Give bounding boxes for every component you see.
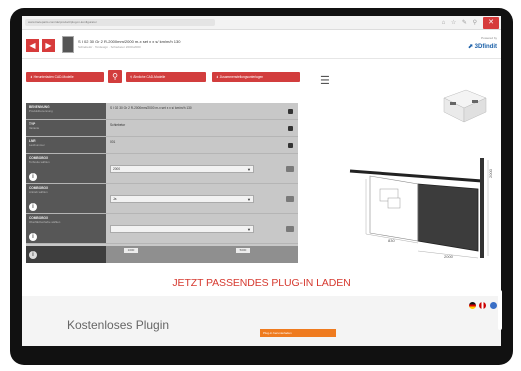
property-label-cell: COMBOBOX Antrieb wählen i bbox=[26, 184, 106, 213]
back-button[interactable]: ◀ bbox=[26, 39, 39, 52]
color-select[interactable]: ▼ bbox=[110, 225, 254, 233]
door-leaf bbox=[417, 183, 479, 252]
lock-icon[interactable] bbox=[288, 109, 293, 114]
brand-logo[interactable]: ⬈ 3Dfindit bbox=[468, 43, 497, 50]
download-cad-label: Herunterladen CAD-Modelle bbox=[33, 75, 74, 79]
property-label-cell: COMBOBOX Oberflächenfarbe wählen i bbox=[26, 214, 106, 243]
search-icon: ⚲ bbox=[112, 72, 118, 81]
property-row: COMBOBOX Torbreite wählen i 2000 ▼ bbox=[26, 154, 298, 184]
search-icon: ⚲ bbox=[130, 75, 133, 79]
property-row: TYP Variante Schiebetor bbox=[26, 120, 298, 137]
select-value: 2000 bbox=[113, 167, 121, 171]
property-row: COMBOBOX Antrieb wählen i Ja ▼ bbox=[26, 184, 298, 214]
property-value: S I 02 30 Gr 2 R-2000mm/2000 m-x set x x… bbox=[110, 106, 192, 110]
property-sublabel: Antrieb wählen bbox=[29, 190, 48, 194]
flag-de-icon[interactable] bbox=[468, 302, 476, 309]
download-cad-button[interactable]: ⬇ Herunterladen CAD-Modelle bbox=[26, 72, 104, 82]
chevron-down-icon: ▼ bbox=[247, 167, 251, 172]
info-icon[interactable]: i bbox=[29, 173, 37, 181]
powered-by-label: Powered by bbox=[481, 36, 497, 40]
url-bar[interactable]: www.traceparts.com/de/product/plug-in-ko… bbox=[25, 19, 215, 26]
dimension-label: 2000 bbox=[488, 168, 493, 178]
documents-button[interactable]: ⬇ Zusammenstellungsunterlagen bbox=[212, 72, 300, 82]
property-value: 001 bbox=[110, 140, 116, 144]
view-cube-graphic bbox=[443, 89, 487, 123]
door-post bbox=[480, 158, 484, 258]
door-opening bbox=[369, 175, 419, 242]
cta-banner[interactable]: JETZT PASSENDES PLUG-IN LADEN bbox=[22, 268, 501, 296]
download-icon: ⬇ bbox=[30, 75, 33, 79]
range-label-cell: i bbox=[26, 246, 106, 263]
property-row: COMBOBOX Oberflächenfarbe wählen i ▼ bbox=[26, 214, 298, 244]
info-icon[interactable]: i bbox=[29, 251, 37, 259]
property-sublabel: Variante bbox=[29, 126, 40, 130]
info-icon[interactable]: i bbox=[29, 203, 37, 211]
property-label-cell: LNR Laufnummer bbox=[26, 137, 106, 153]
property-label-cell: BENENNUNG Produktbenennung bbox=[26, 103, 106, 119]
property-sublabel: Torbreite wählen bbox=[29, 160, 50, 164]
settings-icon[interactable] bbox=[286, 226, 294, 232]
forward-button[interactable]: ▶ bbox=[42, 39, 55, 52]
similar-cad-button[interactable]: ⚲ Ähnliche CAD-Modelle bbox=[126, 72, 206, 82]
info-icon[interactable]: i bbox=[29, 233, 37, 241]
product-thumbnail[interactable] bbox=[62, 36, 74, 53]
close-icon[interactable]: ✕ bbox=[483, 17, 499, 29]
plugin-title: Kostenloses Plugin bbox=[67, 318, 170, 332]
property-sublabel: Laufnummer bbox=[29, 143, 45, 147]
dimension-label: 830 bbox=[388, 238, 395, 243]
product-header: ◀ ▶ S I 02 30 Gr 2 R-2000mm/2000 m-x set… bbox=[22, 31, 501, 59]
documents-label: Zusammenstellungsunterlagen bbox=[219, 75, 264, 79]
property-label-cell: TYP Variante bbox=[26, 120, 106, 136]
browser-toolbar-icons[interactable]: ⌂ ☆ ✎ ⚲ bbox=[442, 19, 479, 26]
action-toolbar: ⬇ Herunterladen CAD-Modelle ⚲ ⚲ Ähnliche… bbox=[22, 61, 322, 85]
property-row: LNR Laufnummer 001 bbox=[26, 137, 298, 154]
flag-icon[interactable] bbox=[490, 302, 497, 309]
plugin-download-button[interactable]: Plug-in herunterladen bbox=[260, 329, 336, 337]
property-value: Schiebetor bbox=[110, 123, 126, 127]
dimension-label: 2000 bbox=[444, 254, 454, 259]
chevron-down-icon: ▼ bbox=[247, 227, 251, 232]
property-row: BENENNUNG Produktbenennung S I 02 30 Gr … bbox=[26, 103, 298, 120]
settings-icon[interactable] bbox=[286, 166, 294, 172]
browser-bar: www.traceparts.com/de/product/plug-in-ko… bbox=[22, 16, 501, 30]
range-min-value[interactable]: 1000 bbox=[124, 248, 138, 253]
side-button bbox=[498, 290, 502, 330]
settings-icon[interactable] bbox=[286, 196, 294, 202]
product-subtitle: Schiebetür · Tordesign · Schiebetor 2000… bbox=[78, 45, 141, 49]
lock-icon[interactable] bbox=[288, 143, 293, 148]
chevron-down-icon: ▼ bbox=[247, 197, 251, 202]
lock-icon[interactable] bbox=[288, 126, 293, 131]
search-button[interactable]: ⚲ bbox=[108, 70, 122, 83]
download-icon: ⬇ bbox=[216, 75, 219, 79]
drive-select[interactable]: Ja ▼ bbox=[110, 195, 254, 203]
cta-label[interactable]: JETZT PASSENDES PLUG-IN LADEN bbox=[22, 277, 501, 289]
properties-table: BENENNUNG Produktbenennung S I 02 30 Gr … bbox=[26, 103, 298, 263]
properties-range-row: i 1000 5000 bbox=[26, 246, 298, 263]
range-max-value[interactable]: 5000 bbox=[236, 248, 250, 253]
select-value: Ja bbox=[113, 197, 117, 201]
property-label-cell: COMBOBOX Torbreite wählen i bbox=[26, 154, 106, 183]
product-title: S I 02 30 Gr 2 R-2000mm/2000 m-x set x x… bbox=[78, 39, 181, 44]
browser-screen: www.traceparts.com/de/product/plug-in-ko… bbox=[22, 16, 501, 346]
similar-cad-label: Ähnliche CAD-Modelle bbox=[133, 75, 166, 79]
drive-unit-box bbox=[387, 197, 401, 209]
width-select[interactable]: 2000 ▼ bbox=[110, 165, 254, 173]
property-sublabel: Produktbenennung bbox=[29, 109, 53, 113]
flag-icon[interactable] bbox=[479, 302, 487, 309]
view-cube[interactable] bbox=[430, 88, 494, 126]
property-sublabel: Oberflächenfarbe wählen bbox=[29, 220, 61, 224]
language-flags[interactable] bbox=[468, 302, 497, 309]
plugin-panel: Kostenloses Plugin Plug-in herunterladen bbox=[22, 296, 501, 346]
